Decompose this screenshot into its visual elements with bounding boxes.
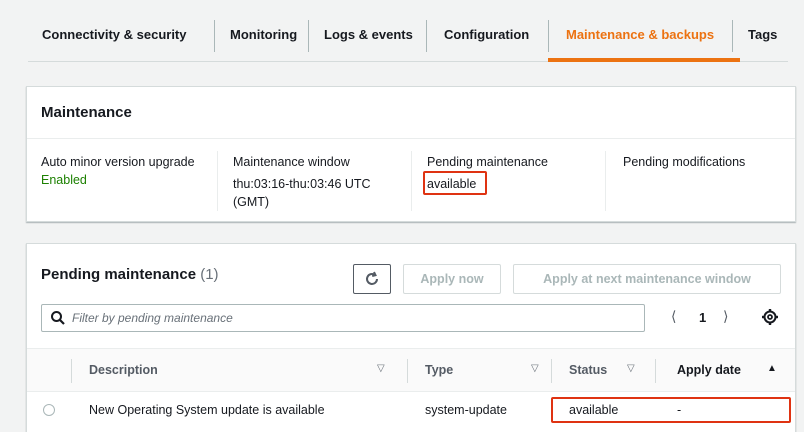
maintenance-window-value: thu:03:16-thu:03:46 UTC (GMT) (233, 177, 371, 209)
pending-maintenance-count: (1) (200, 266, 219, 283)
maintenance-title: Maintenance (41, 104, 132, 121)
maintenance-window-label: Maintenance window (233, 155, 350, 169)
highlight-box (551, 397, 791, 423)
page-number[interactable]: 1 (699, 310, 706, 325)
sort-status-icon[interactable]: ▽ (627, 363, 635, 374)
refresh-button[interactable] (353, 264, 391, 294)
column-divider (217, 151, 218, 211)
row-type: system-update (425, 403, 507, 417)
previous-page-icon[interactable]: ⟨ (671, 308, 676, 325)
tab-divider (426, 20, 427, 52)
column-divider (605, 151, 606, 211)
sort-description-icon[interactable]: ▽ (377, 363, 385, 374)
apply-next-window-button[interactable]: Apply at next maintenance window (513, 264, 781, 294)
maintenance-panel: Maintenance Auto minor version upgrade E… (26, 86, 796, 222)
column-status[interactable]: Status (569, 363, 607, 377)
refresh-icon (366, 271, 378, 285)
tab-divider (308, 20, 309, 52)
highlight-box (423, 171, 487, 195)
filter-input[interactable] (72, 309, 632, 327)
column-divider (411, 151, 412, 211)
column-type[interactable]: Type (425, 363, 453, 377)
column-divider (655, 359, 656, 383)
auto-minor-version-label: Auto minor version upgrade (41, 155, 195, 169)
pending-modifications-label: Pending modifications (623, 155, 746, 169)
column-apply-date[interactable]: Apply date (677, 363, 741, 377)
pending-modifications-field: Pending modifications (623, 153, 783, 171)
active-tab-indicator (548, 58, 740, 62)
next-page-icon[interactable]: ⟩ (723, 308, 728, 325)
tab-monitoring[interactable]: Monitoring (230, 20, 297, 50)
tab-configuration[interactable]: Configuration (444, 20, 529, 50)
search-icon (51, 311, 65, 325)
column-divider (407, 359, 408, 383)
auto-minor-version-value: Enabled (41, 173, 87, 187)
tab-tags[interactable]: Tags (748, 20, 777, 50)
sort-type-icon[interactable]: ▽ (531, 363, 539, 374)
column-divider (71, 359, 72, 383)
maintenance-header: Maintenance (27, 87, 795, 139)
tab-divider (548, 20, 549, 52)
tab-maintenance-backups[interactable]: Maintenance & backups (566, 20, 714, 50)
auto-minor-version-field: Auto minor version upgrade Enabled (41, 153, 201, 189)
maintenance-window-field: Maintenance window thu:03:16-thu:03:46 U… (233, 153, 393, 211)
tab-divider (732, 20, 733, 52)
tab-connectivity-security[interactable]: Connectivity & security (42, 20, 187, 50)
row-select-radio[interactable] (43, 404, 55, 416)
pending-maintenance-label: Pending maintenance (427, 155, 548, 169)
table-row[interactable]: New Operating System update is available… (27, 394, 795, 426)
sort-apply-date-icon[interactable]: ▲ (767, 363, 777, 374)
row-description: New Operating System update is available (89, 403, 325, 417)
gear-icon[interactable] (761, 308, 779, 326)
filter-search-box[interactable] (41, 304, 645, 332)
table-header: Description ▽ Type ▽ Status ▽ Apply date… (27, 348, 795, 392)
tab-logs-events[interactable]: Logs & events (324, 20, 413, 50)
pending-maintenance-title-text: Pending maintenance (41, 266, 197, 283)
pending-maintenance-panel: Pending maintenance (1) Apply now Apply … (26, 243, 796, 432)
apply-now-button[interactable]: Apply now (403, 264, 501, 294)
detail-tabs: Connectivity & security Monitoring Logs … (28, 0, 788, 62)
tab-divider (214, 20, 215, 52)
column-description[interactable]: Description (89, 363, 158, 377)
column-divider (551, 359, 552, 383)
pending-maintenance-title: Pending maintenance (1) (41, 266, 219, 283)
